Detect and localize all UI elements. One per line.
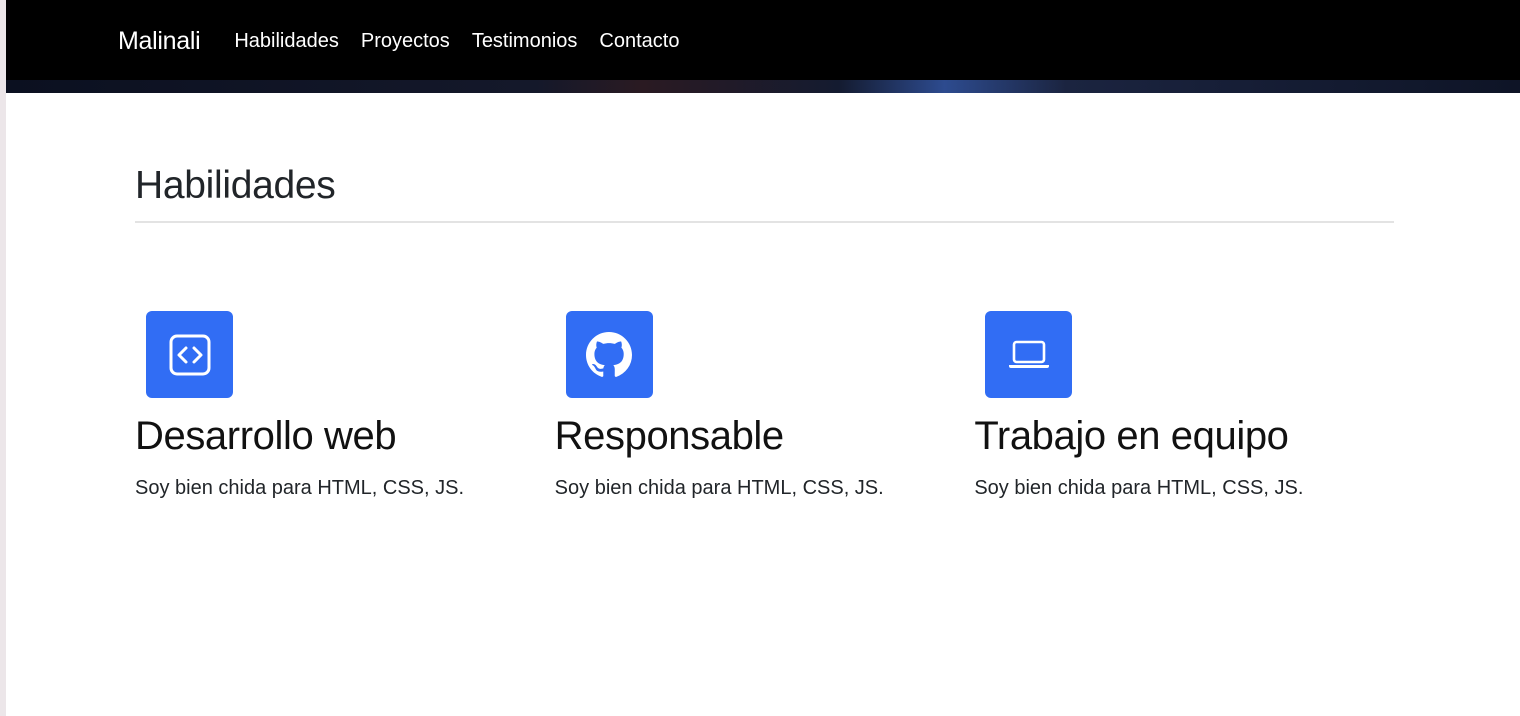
window-edge (0, 0, 6, 716)
navbar: Malinali Habilidades Proyectos Testimoni… (6, 2, 1520, 80)
nav-links: Habilidades Proyectos Testimonios Contac… (222, 30, 690, 53)
brand-link[interactable]: Malinali (118, 27, 201, 56)
header: Malinali Habilidades Proyectos Testimoni… (6, 0, 1520, 93)
feature-text: Soy bien chida para HTML, CSS, JS. (135, 477, 465, 499)
nav-link-habilidades[interactable]: Habilidades (222, 30, 350, 53)
hero-image-edge (6, 80, 1520, 93)
feature-title: Trabajo en equipo (974, 414, 1289, 458)
section-divider (135, 221, 1394, 223)
feature-title: Desarrollo web (135, 414, 397, 458)
feature-responsable: Responsable Soy bien chida para HTML, CS… (555, 311, 975, 500)
laptop-icon (985, 311, 1073, 398)
feature-desarrollo-web: Desarrollo web Soy bien chida para HTML,… (135, 311, 555, 500)
skills-section: Habilidades Desarrollo web Soy bien chid… (135, 160, 1394, 499)
nav-link-testimonios[interactable]: Testimonios (461, 30, 589, 53)
github-icon (565, 311, 653, 398)
code-icon (146, 311, 233, 398)
section-title: Habilidades (135, 164, 336, 207)
feature-text: Soy bien chida para HTML, CSS, JS. (554, 477, 884, 499)
feature-title: Responsable (554, 414, 785, 458)
nav-link-proyectos[interactable]: Proyectos (350, 30, 461, 53)
nav-link-contacto[interactable]: Contacto (588, 30, 690, 53)
feature-trabajo-en-equipo: Trabajo en equipo Soy bien chida para HT… (974, 311, 1394, 500)
features-row: Desarrollo web Soy bien chida para HTML,… (135, 311, 1394, 500)
feature-text: Soy bien chida para HTML, CSS, JS. (974, 477, 1304, 499)
